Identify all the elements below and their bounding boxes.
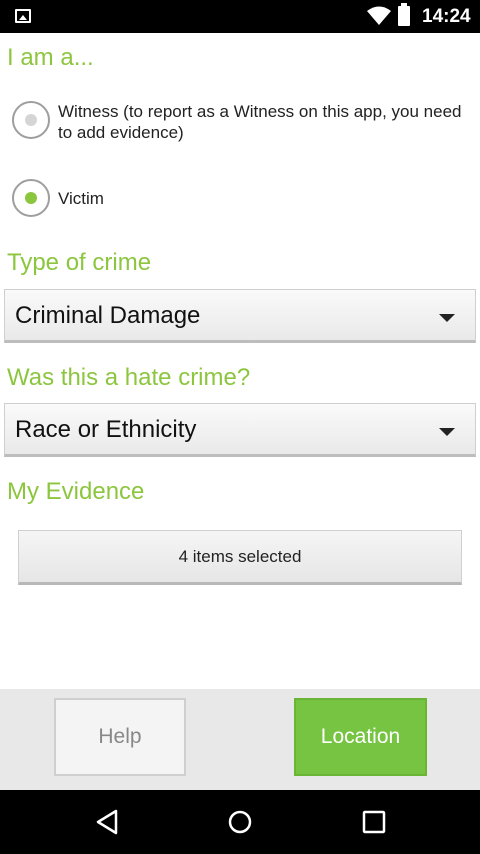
- victim-label: Victim: [58, 189, 104, 208]
- bottom-action-bar: Help Location: [0, 689, 480, 790]
- witness-radio[interactable]: [12, 101, 50, 139]
- crime-type-dropdown[interactable]: Criminal Damage: [4, 289, 476, 343]
- witness-option[interactable]: Witness (to report as a Witness on this …: [12, 101, 472, 143]
- witness-label: Witness (to report as a Witness on this …: [58, 102, 462, 142]
- hate-crime-title: Was this a hate crime?: [7, 364, 251, 391]
- hate-crime-dropdown[interactable]: Race or Ethnicity: [4, 403, 476, 457]
- location-button[interactable]: Location: [294, 698, 427, 776]
- radio-dot-selected: [25, 192, 37, 204]
- clock: 14:24: [422, 6, 471, 27]
- hate-crime-value: Race or Ethnicity: [15, 416, 197, 443]
- battery-icon: [398, 3, 410, 26]
- crime-type-value: Criminal Damage: [15, 302, 201, 329]
- victim-option[interactable]: Victim: [12, 179, 472, 217]
- evidence-title: My Evidence: [7, 478, 145, 505]
- navigation-bar: [0, 790, 480, 854]
- home-icon[interactable]: [227, 808, 253, 836]
- dropdown-arrow-icon: [439, 314, 455, 322]
- crime-type-title: Type of crime: [7, 249, 152, 276]
- evidence-select-button[interactable]: 4 items selected: [18, 530, 462, 585]
- role-section-title: I am a...: [7, 44, 94, 71]
- victim-radio[interactable]: [12, 179, 50, 217]
- help-button[interactable]: Help: [54, 698, 186, 776]
- back-icon[interactable]: [94, 808, 120, 836]
- status-bar: 14:24: [0, 0, 480, 33]
- dropdown-arrow-icon: [439, 428, 455, 436]
- radio-dot: [25, 114, 37, 126]
- wifi-icon: [367, 6, 391, 25]
- image-notification-icon: [15, 9, 31, 23]
- recent-apps-icon[interactable]: [361, 808, 387, 836]
